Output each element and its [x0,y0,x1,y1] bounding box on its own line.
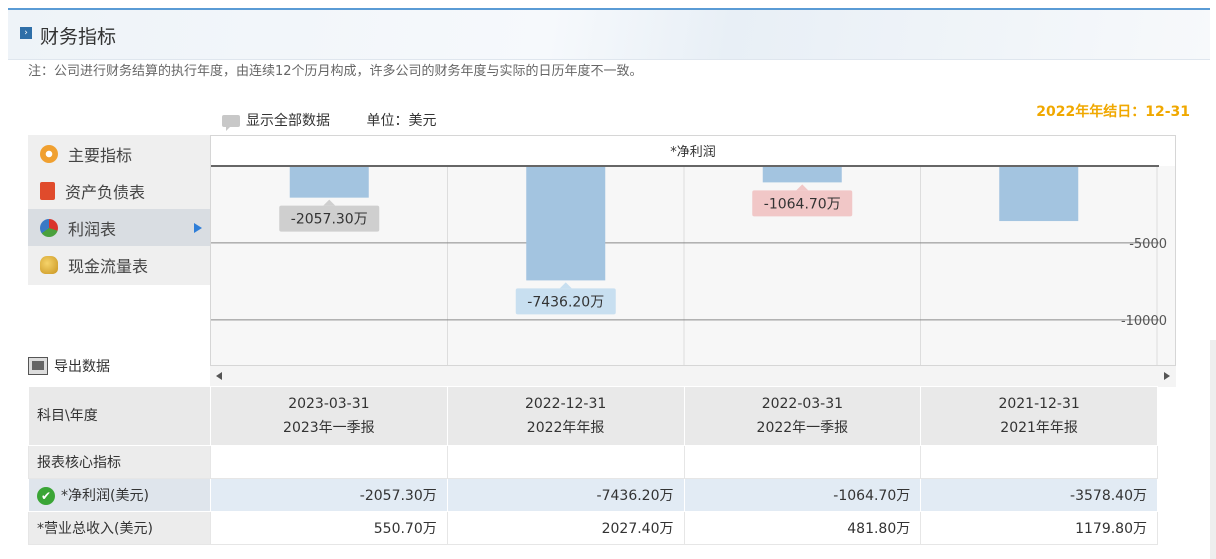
column-date: 2022-12-31 [524,396,607,412]
chart-scrollbar[interactable] [210,365,1176,387]
empty-cell [210,445,448,479]
column-date: 2022-03-31 [761,396,844,412]
net-profit-chart: -5000 -10000 *净利润 -2057.30万 -7436.20万 -1064.7… [210,135,1176,387]
coins-icon [40,255,58,274]
row-label[interactable]: ✔ *净利润(美元) [28,478,211,512]
page-title: 财务指标 [40,26,117,48]
chart-bar [762,167,842,183]
menu-item-income-statement[interactable]: 利润表 [28,209,210,246]
page-scrollbar[interactable] [1210,340,1216,559]
chart-bar [526,167,606,281]
empty-cell [683,445,922,479]
table-section-row: 报表核心指标 [28,445,1158,479]
table-cell: -2057.30万 [210,478,448,512]
column-header[interactable]: 2023-03-31 2023年一季报 [210,386,448,446]
menu-item-label: 利润表 [68,219,117,239]
export-data-label: 导出数据 [54,359,110,375]
table-cell: 481.80万 [683,511,922,545]
column-period: 2021年年报 [1000,420,1078,436]
y-tick-label: -5000 [1129,237,1167,252]
table-row-total-revenue[interactable]: *营业总收入(美元) 550.70万 2027.40万 481.80万 1179… [28,511,1158,545]
data-label: -2057.30万 [291,212,368,228]
chart-toolbar: 显示全部数据 单位：美元 [222,110,437,131]
row-label[interactable]: *营业总收入(美元) [28,511,211,545]
document-icon [40,181,55,200]
chart-title: *净利润 [670,145,716,160]
show-all-data-toggle[interactable]: 显示全部数据 [222,113,334,131]
column-period: 2022年一季报 [756,420,849,436]
menu-item-label: 现金流量表 [68,256,149,276]
y-tick-label: -10000 [1121,314,1167,329]
scroll-left-icon[interactable] [216,372,222,380]
comment-icon [222,115,240,131]
fiscal-year-end-date: 2022年年结日：12-31 [1036,104,1190,120]
gear-icon [40,144,58,163]
menu-item-cash-flow[interactable]: 现金流量表 [28,246,210,283]
column-period: 2022年年报 [526,420,605,436]
empty-cell [920,445,1158,479]
row-label-text: *净利润(美元) [61,488,149,504]
column-date: 2021-12-31 [998,396,1080,412]
section-label: 报表核心指标 [28,445,211,479]
empty-cell [446,445,685,479]
menu-item-balance-sheet[interactable]: 资产负债表 [28,172,210,209]
show-all-data-label: 显示全部数据 [246,113,330,129]
scroll-right-icon[interactable] [1164,372,1170,380]
column-period: 2023年一季报 [283,420,375,436]
table-cell: 2027.40万 [446,511,685,545]
table-cell: -3578.40万 [920,478,1158,512]
export-icon [28,357,48,375]
chart-bar [999,167,1079,222]
data-label: -7436.20万 [527,294,604,310]
table-cell: 1179.80万 [920,511,1158,545]
caret-right-icon [194,223,202,233]
table-header-row: 科目\年度 2023-03-31 2023年一季报 2022-12-31 2022年… [28,386,1158,446]
unit-label: 单位：美元 [366,113,437,129]
table-cell: -7436.20万 [446,478,685,512]
section-marker-icon: › [20,27,32,39]
menu-item-label: 主要指标 [68,145,133,165]
financial-data-table: 科目\年度 2023-03-31 2023年一季报 2022-12-31 2022年… [28,386,1158,545]
table-row-net-profit[interactable]: ✔ *净利润(美元) -2057.30万 -7436.20万 -1064.70万 … [28,478,1158,512]
fiscal-year-note: 注：公司进行财务结算的执行年度，由连续12个历月构成，许多公司的财务年度与实际的… [28,64,643,79]
statement-menu: 主要指标 资产负债表 利润表 现金流量表 [28,135,210,285]
check-icon: ✔ [37,487,55,505]
menu-item-main-indicators[interactable]: 主要指标 [28,135,210,172]
column-date: 2023-03-31 [288,396,370,412]
column-header[interactable]: 2021-12-31 2021年年报 [920,386,1158,446]
chart-canvas: -5000 -10000 *净利润 -2057.30万 -7436.20万 -1064.7… [211,145,1175,366]
data-label: -1064.70万 [764,196,841,212]
export-data-button[interactable]: 导出数据 [28,356,110,376]
column-header[interactable]: 2022-03-31 2022年一季报 [683,386,922,446]
table-cell: 550.70万 [210,511,448,545]
table-cell: -1064.70万 [683,478,922,512]
table-corner-header: 科目\年度 [28,386,211,446]
chart-bar [289,167,369,198]
panel-header: › 财务指标 [8,10,1210,60]
pie-chart-icon [40,218,58,237]
menu-item-label: 资产负债表 [65,182,146,202]
column-header[interactable]: 2022-12-31 2022年年报 [446,386,685,446]
